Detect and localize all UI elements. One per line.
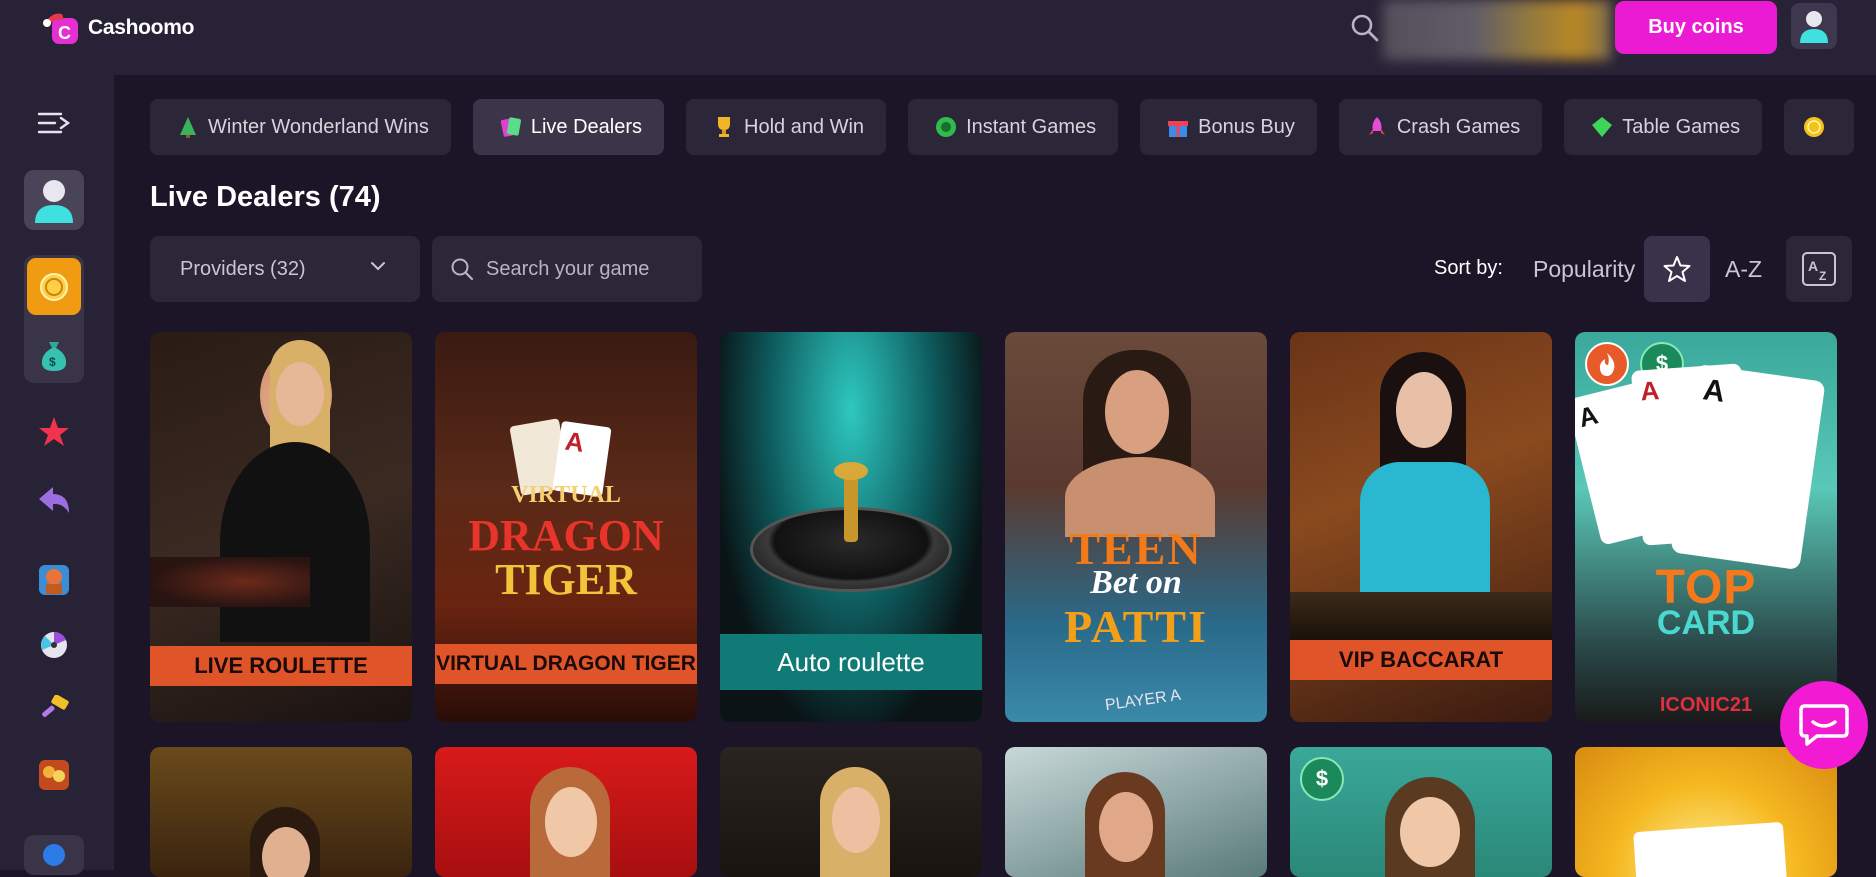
search-icon[interactable] [1350, 12, 1380, 42]
game-card[interactable]: $ [1290, 747, 1552, 877]
balance-blurred [1383, 0, 1611, 60]
money-bag-icon: $ [41, 342, 67, 371]
sidebar-toggle[interactable] [24, 93, 84, 153]
sort-label: Sort by: [1434, 257, 1503, 279]
top-bar: C Cashoomo Buy coins [0, 0, 1876, 75]
ball-icon [936, 117, 957, 137]
game-card[interactable]: VIP BACCARAT [1290, 332, 1552, 722]
game-title: LIVE ROULETTE [150, 646, 412, 686]
rocket-icon [1368, 117, 1385, 135]
game-card[interactable] [720, 747, 982, 877]
cash-badge: $ [1300, 757, 1344, 801]
art-card: CARD [1656, 604, 1756, 642]
svg-text:C: C [58, 23, 71, 43]
game-title: VIP BACCARAT [1290, 640, 1552, 680]
art-virtual: VIRTUAL [511, 482, 621, 508]
sidebar-rocket[interactable] [24, 680, 84, 740]
sidebar-slots[interactable] [24, 550, 84, 610]
hammer-icon [42, 695, 69, 717]
svg-text:$: $ [49, 355, 56, 369]
game-card[interactable]: TEEN Bet on PATTI PLAYER A [1005, 332, 1267, 722]
sidebar-game[interactable] [24, 745, 84, 805]
sort-popularity-button[interactable] [1644, 236, 1710, 302]
art-tiger: TIGER [495, 555, 637, 604]
tab-winter-wonderland[interactable]: Winter Wonderland Wins [150, 99, 451, 155]
back-arrow-icon [39, 487, 69, 513]
logo[interactable]: C Cashoomo [42, 10, 194, 46]
sidebar-profile[interactable] [24, 170, 84, 230]
game-search-input[interactable] [486, 257, 686, 281]
svg-text:Z: Z [1819, 269, 1826, 283]
sort-popularity[interactable]: Popularity [1533, 256, 1635, 283]
sidebar-wheel[interactable] [24, 615, 84, 675]
game-thumb-icon [39, 760, 69, 790]
game-card[interactable]: LIVE ROULETTE [150, 332, 412, 722]
tab-live-dealers[interactable]: Live Dealers [472, 99, 664, 155]
art-patti: PATTI [1064, 601, 1208, 652]
game-title: Auto roulette [720, 634, 982, 690]
tab-more-partial[interactable] [1784, 99, 1855, 155]
providers-label: Providers (32) [180, 257, 306, 280]
art-bet-on: Bet on [1090, 564, 1182, 601]
chat-bubble-icon [1799, 704, 1849, 746]
game-card[interactable]: $ A A A TOP CARD ICONIC21 [1575, 332, 1837, 722]
sweeps-coin-button[interactable]: $ [24, 325, 84, 385]
page-title: Live Dealers (74) [150, 181, 381, 213]
user-avatar[interactable] [1791, 3, 1837, 49]
gold-coin-button[interactable] [27, 258, 81, 315]
tree-icon [180, 117, 196, 138]
sidebar: $ [0, 75, 114, 875]
tab-instant-games[interactable]: Instant Games [908, 99, 1119, 155]
lemon-icon [1804, 117, 1825, 137]
art-player-a: PLAYER A [1104, 686, 1182, 715]
star-icon [39, 417, 69, 446]
chat-button[interactable] [1780, 681, 1868, 769]
logo-text: Cashoomo [88, 16, 195, 39]
game-card[interactable] [150, 747, 412, 877]
star-outline-icon [1663, 256, 1691, 282]
sidebar-favorites[interactable] [24, 402, 84, 462]
game-card[interactable]: A VIRTUAL DRAGON TIGER VIRTUAL DRAGON TI… [435, 332, 697, 722]
game-search-box [432, 236, 702, 302]
chevron-down-icon [371, 262, 385, 271]
wheel-icon [41, 632, 67, 658]
sidebar-recent[interactable] [24, 470, 84, 530]
slot-character-icon [39, 565, 69, 595]
cards-icon [500, 117, 521, 137]
dealer-body [220, 442, 370, 642]
game-card[interactable] [1575, 747, 1837, 877]
profile-icon [35, 180, 73, 223]
sidebar-more[interactable] [24, 835, 84, 875]
sort-az[interactable]: A-Z [1725, 256, 1762, 283]
game-title: VIRTUAL DRAGON TIGER [435, 644, 697, 684]
avatar-icon [1800, 11, 1828, 43]
tab-bonus-buy[interactable]: Bonus Buy [1140, 99, 1317, 155]
tab-table-games[interactable]: Table Games [1564, 99, 1763, 155]
logo-icon: C [43, 13, 78, 44]
sort-az-button[interactable]: A Z [1786, 236, 1852, 302]
dealer-dress [1360, 462, 1490, 612]
hot-badge [1585, 342, 1629, 386]
gem-icon [1592, 117, 1613, 137]
menu-collapse-icon [37, 112, 71, 134]
category-tabs: Winter Wonderland Wins Live Dealers Hold… [150, 99, 1855, 155]
buy-coins-button[interactable]: Buy coins [1615, 1, 1777, 54]
game-card[interactable] [1005, 747, 1267, 877]
tab-crash-games[interactable]: Crash Games [1338, 99, 1543, 155]
flame-icon [1599, 353, 1615, 376]
game-card[interactable] [435, 747, 697, 877]
search-icon [451, 258, 474, 281]
sort-az-icon: A Z [1802, 252, 1836, 286]
globe-icon [43, 844, 65, 866]
gold-coin-icon [40, 272, 68, 301]
gift-icon [1168, 121, 1189, 137]
game-card[interactable]: Auto roulette [720, 332, 982, 722]
providers-dropdown[interactable]: Providers (32) [150, 236, 420, 302]
svg-text:A: A [1808, 258, 1818, 274]
trophy-icon [718, 117, 730, 137]
tab-hold-and-win[interactable]: Hold and Win [686, 99, 887, 155]
